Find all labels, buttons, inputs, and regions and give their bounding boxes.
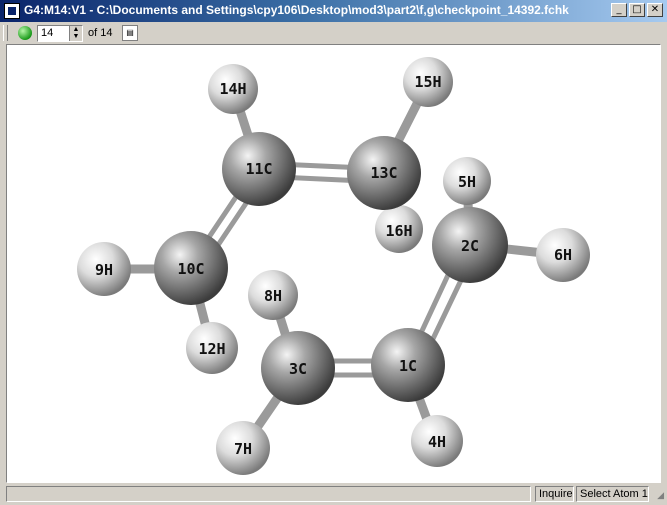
status-mode: Inquire bbox=[535, 486, 574, 502]
svg-text:9H: 9H bbox=[95, 261, 113, 279]
gaussview-window: G4:M14:V1 - C:\Documents and Settings\cp… bbox=[0, 0, 667, 505]
atom-9H[interactable]: 9H bbox=[77, 242, 131, 296]
atom-15H[interactable]: 15H bbox=[403, 57, 453, 107]
atom-3C[interactable]: 3C bbox=[261, 331, 335, 405]
molecule-svg[interactable]: 14H 15H 16H 11C 13C 5H 6H 2C 9H 8H 12H 1… bbox=[7, 45, 660, 482]
total-frames: 14 bbox=[100, 27, 113, 39]
atom-14H[interactable]: 14H bbox=[208, 64, 258, 114]
app-icon[interactable] bbox=[4, 3, 20, 19]
frame-toolbar: 14 ▲ ▼ of 14 ▤ bbox=[0, 22, 667, 44]
window-title: G4:M14:V1 - C:\Documents and Settings\cp… bbox=[24, 3, 569, 17]
svg-text:11C: 11C bbox=[245, 160, 272, 178]
atom-13C[interactable]: 13C bbox=[347, 136, 421, 210]
svg-text:5H: 5H bbox=[458, 173, 476, 191]
atom-6H[interactable]: 6H bbox=[536, 228, 590, 282]
frame-value[interactable]: 14 bbox=[41, 27, 53, 39]
svg-text:2C: 2C bbox=[461, 237, 479, 255]
spin-arrows-icon[interactable]: ▲ ▼ bbox=[69, 26, 82, 41]
atom-1C[interactable]: 1C bbox=[371, 328, 445, 402]
svg-text:6H: 6H bbox=[554, 246, 572, 264]
title-bar[interactable]: G4:M14:V1 - C:\Documents and Settings\cp… bbox=[0, 0, 667, 22]
atom-4H[interactable]: 4H bbox=[411, 415, 463, 467]
svg-text:3C: 3C bbox=[289, 360, 307, 378]
svg-text:8H: 8H bbox=[264, 287, 282, 305]
minimize-button[interactable]: _ bbox=[611, 3, 627, 17]
svg-text:4H: 4H bbox=[428, 433, 446, 451]
status-prompt: Select Atom 1 bbox=[576, 486, 649, 502]
svg-text:14H: 14H bbox=[219, 80, 246, 98]
molecule-view[interactable]: 14H 15H 16H 11C 13C 5H 6H 2C 9H 8H 12H 1… bbox=[6, 44, 661, 483]
status-bar: Inquire Select Atom 1 ◢ bbox=[0, 484, 667, 505]
svg-text:13C: 13C bbox=[370, 164, 397, 182]
frame-spinbox[interactable]: 14 ▲ ▼ bbox=[37, 25, 83, 42]
atom-8H[interactable]: 8H bbox=[248, 270, 298, 320]
atom-7H[interactable]: 7H bbox=[216, 421, 270, 475]
close-button[interactable]: ✕ bbox=[647, 3, 663, 17]
maximize-button[interactable]: □ bbox=[629, 3, 645, 17]
atom-10C[interactable]: 10C bbox=[154, 231, 228, 305]
svg-text:10C: 10C bbox=[177, 260, 204, 278]
toolbar-grip[interactable] bbox=[3, 25, 8, 41]
svg-text:12H: 12H bbox=[198, 340, 225, 358]
resize-grip-icon[interactable]: ◢ bbox=[657, 490, 664, 501]
svg-text:16H: 16H bbox=[385, 222, 412, 240]
atom-16H[interactable]: 16H bbox=[375, 205, 423, 253]
atom-2C[interactable]: 2C bbox=[432, 207, 508, 283]
atom-5H[interactable]: 5H bbox=[443, 157, 491, 205]
atom-11C[interactable]: 11C bbox=[222, 132, 296, 206]
status-message-area bbox=[6, 486, 531, 502]
play-icon[interactable] bbox=[18, 26, 32, 40]
svg-text:1C: 1C bbox=[399, 357, 417, 375]
frame-list-icon[interactable]: ▤ bbox=[122, 25, 138, 41]
atom-12H[interactable]: 12H bbox=[186, 322, 238, 374]
of-label: of bbox=[88, 27, 98, 39]
svg-text:15H: 15H bbox=[414, 73, 441, 91]
svg-text:7H: 7H bbox=[234, 440, 252, 458]
